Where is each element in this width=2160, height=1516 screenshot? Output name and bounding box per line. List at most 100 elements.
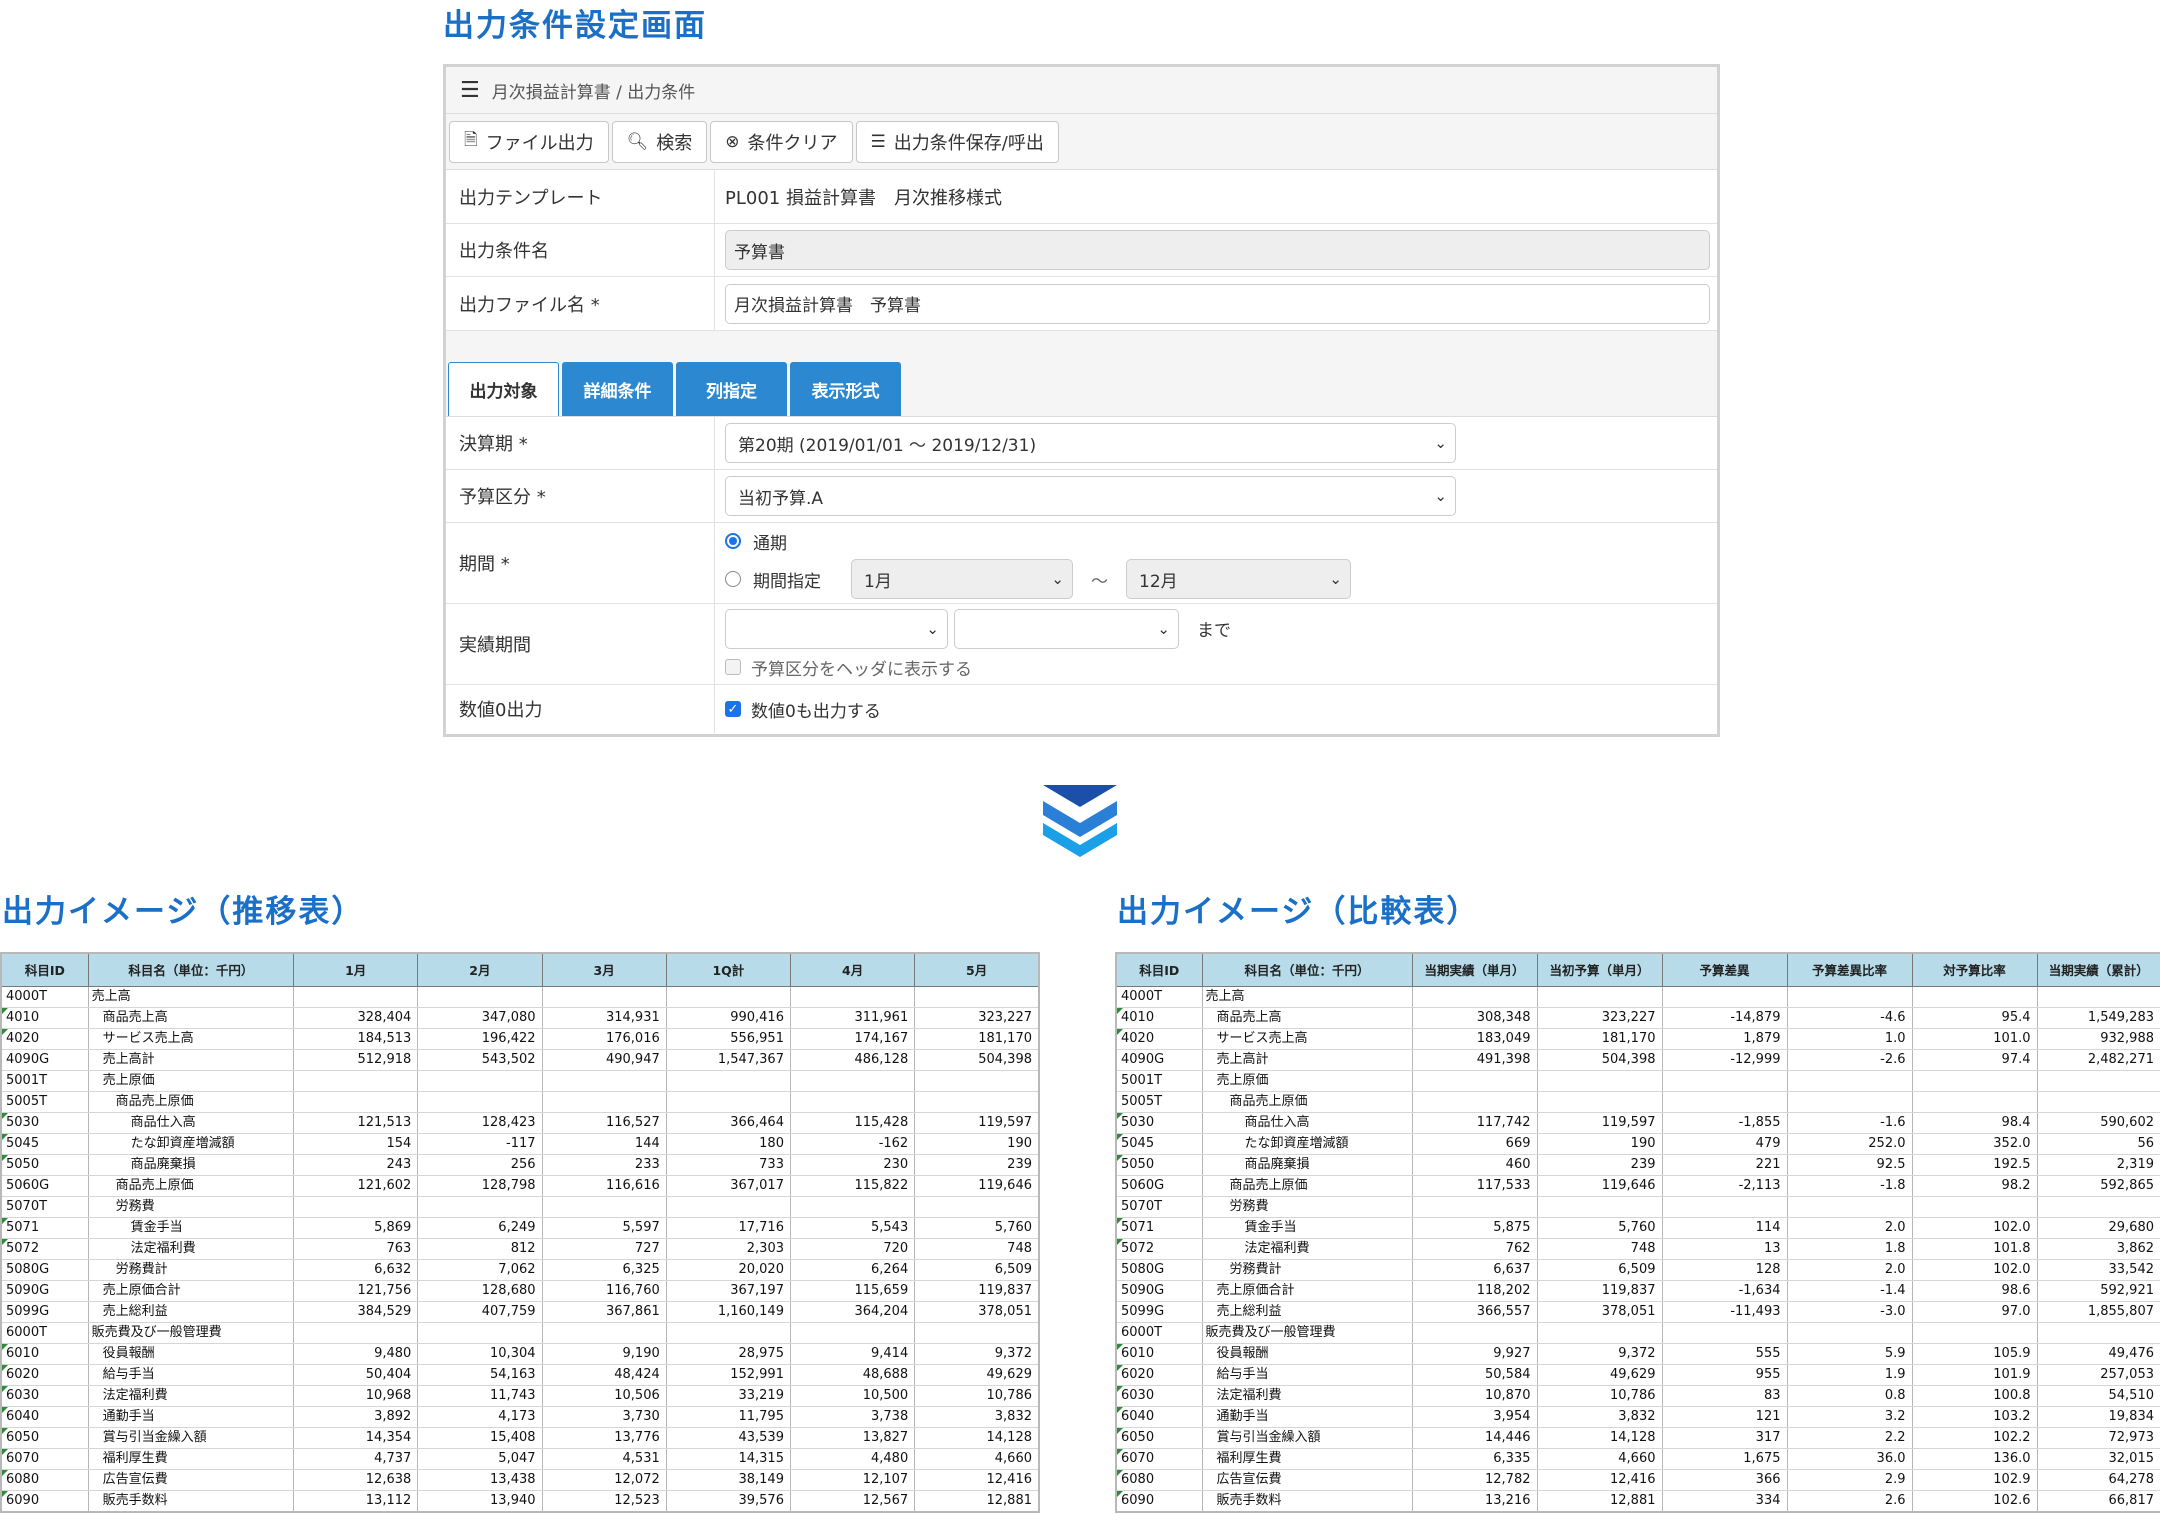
budget-header-option[interactable]: 予算区分をヘッダに表示する [725, 655, 972, 680]
save-load-conditions-button[interactable]: ☰ 出力条件保存/呼出 [855, 120, 1059, 163]
tab-output-target[interactable]: 出力対象 [448, 362, 559, 416]
period-from-select[interactable]: 1月 ⌄ [851, 559, 1073, 599]
period-specify-radio[interactable] [725, 571, 741, 587]
actual-period-to-select[interactable]: ⌄ [954, 608, 1179, 649]
file-name-input[interactable]: 月次損益計算書 予算書 [725, 283, 1710, 324]
value-cell: 955 [1662, 1364, 1788, 1386]
value-cell: 11,795 [666, 1406, 791, 1428]
period-to-select[interactable]: 12月 ⌄ [1126, 559, 1351, 599]
compare-header-cell: 予算差異 [1661, 952, 1788, 987]
value-cell: 3,738 [790, 1406, 916, 1428]
zero-output-option[interactable]: ✓ 数値0も出力する [725, 697, 881, 722]
value-cell: 763 [293, 1238, 419, 1260]
fiscal-period-select[interactable]: 第20期 (2019/01/01 ～ 2019/12/31) ⌄ [725, 423, 1456, 463]
value-cell: 3,954 [1412, 1406, 1538, 1428]
table-row: 6030 法定福利費 10,870 10,786 83 0.8 100.8 54,510 [1116, 1385, 2160, 1407]
search-button[interactable]: 🔍︎ 検索 [611, 120, 708, 163]
actual-period-from-select[interactable]: ⌄ [725, 608, 948, 649]
table-row: 5099G 売上総利益 366,557 378,051 -11,493 -3.0 97.0 1… [1116, 1301, 2160, 1323]
value-cell: 29,680 [2037, 1217, 2160, 1239]
account-id-cell: 5099G [1116, 1301, 1203, 1323]
search-label: 検索 [656, 132, 693, 154]
tab-column-spec[interactable]: 列指定 [676, 362, 787, 416]
value-cell: 13,940 [417, 1490, 543, 1512]
fiscal-period-row: 決算期 * 第20期 (2019/01/01 ～ 2019/12/31) ⌄ [446, 417, 1717, 470]
condition-name-input[interactable]: 予算書 [725, 230, 1710, 270]
value-cell [1412, 1196, 1538, 1218]
hamburger-menu-icon[interactable]: ☰ [460, 78, 480, 103]
table-row: 4090G 売上高計 491,398 504,398 -12,999 -2.6 97.4 2,… [1116, 1049, 2160, 1071]
value-cell: 181,170 [914, 1028, 1040, 1050]
account-id-cell: 5080G [1116, 1259, 1203, 1281]
value-cell: 6,509 [914, 1259, 1040, 1281]
value-cell: 13,216 [1412, 1490, 1538, 1512]
value-cell: 252.0 [1787, 1133, 1913, 1155]
table-row: 6050 賞与引当金繰入額 14,446 14,128 317 2.2 102.2 72,97… [1116, 1427, 2160, 1449]
value-cell: 9,372 [1537, 1343, 1663, 1365]
compare-header-cell: 対予算比率 [1911, 952, 2038, 987]
value-cell [790, 1091, 916, 1113]
chevron-down-icon: ⌄ [1434, 434, 1447, 452]
table-row: 5060G 商品売上原価 117,533 119,646 -2,113 -1.8 98.2 5… [1116, 1175, 2160, 1197]
period-full-radio[interactable] [725, 533, 741, 549]
tab-display-format[interactable]: 表示形式 [790, 362, 901, 416]
account-id-cell: 5090G [1, 1280, 89, 1302]
account-name-cell: 広告宣伝費 [88, 1469, 295, 1491]
value-cell: 9,372 [914, 1343, 1040, 1365]
value-cell: 33,542 [2037, 1259, 2160, 1281]
value-cell: -12,999 [1662, 1049, 1788, 1071]
value-cell [417, 1322, 543, 1344]
value-cell: 128,680 [417, 1280, 543, 1302]
value-cell: 366 [1662, 1469, 1788, 1491]
value-cell [542, 1070, 667, 1092]
value-cell: -14,879 [1662, 1007, 1788, 1029]
period-full-option[interactable]: 通期 [725, 527, 787, 555]
value-cell: 762 [1412, 1238, 1538, 1260]
value-cell: 15,408 [417, 1427, 543, 1449]
chevron-down-icon: ⌄ [926, 619, 939, 638]
value-cell: 347,080 [417, 1007, 543, 1029]
clear-conditions-button[interactable]: ⊗ 条件クリア [710, 120, 853, 163]
value-cell: 118,202 [1412, 1280, 1538, 1302]
account-id-cell: 4000T [1, 986, 89, 1008]
value-cell [1662, 1070, 1788, 1092]
output-condition-form: ☰ 月次損益計算書 / 出力条件 🗎 ファイル出力 🔍︎ 検索 ⊗ 条件クリア … [443, 64, 1720, 737]
file-output-button[interactable]: 🗎 ファイル出力 [449, 120, 609, 163]
period-specify-option[interactable]: 期間指定 1月 ⌄ ～ 12月 ⌄ [725, 559, 1351, 599]
account-name-cell: 売上原価 [1202, 1070, 1413, 1092]
tab-detail-conditions[interactable]: 詳細条件 [562, 362, 673, 416]
value-cell: 2,482,271 [2037, 1049, 2160, 1071]
account-name-cell: 商品廃棄損 [1202, 1154, 1413, 1176]
account-name-cell: 通勤手当 [88, 1406, 295, 1428]
value-cell: 311,961 [790, 1007, 916, 1029]
table-row: 5090G 売上原価合計 118,202 119,837 -1,634 -1.4 98.6 5… [1116, 1280, 2160, 1302]
value-cell [293, 1196, 419, 1218]
value-cell: 733 [666, 1154, 791, 1176]
account-id-cell: 5090G [1116, 1280, 1203, 1302]
value-cell: 119,597 [1537, 1112, 1663, 1134]
value-cell: 183,049 [1412, 1028, 1538, 1050]
value-cell [293, 1070, 419, 1092]
value-cell: 103.2 [1912, 1406, 2038, 1428]
account-name-cell: 商品仕入高 [88, 1112, 295, 1134]
table-row: 6070 福利厚生費 4,737 5,047 4,531 14,315 4,480 4,660 [1, 1448, 1040, 1470]
value-cell: 116,527 [542, 1112, 667, 1134]
account-id-cell: 5060G [1, 1175, 89, 1197]
account-name-cell: 売上高 [88, 986, 295, 1008]
value-cell [2037, 1322, 2160, 1344]
value-cell [914, 986, 1040, 1008]
value-cell [1412, 1091, 1538, 1113]
value-cell: 1.9 [1787, 1364, 1913, 1386]
value-cell: 4,737 [293, 1448, 419, 1470]
account-name-cell: 販売手数料 [1202, 1490, 1413, 1512]
budget-type-select[interactable]: 当初予算.A ⌄ [725, 476, 1456, 516]
value-cell: 460 [1412, 1154, 1538, 1176]
value-cell: 334 [1662, 1490, 1788, 1512]
table-row: 5030 商品仕入高 121,513 128,423 116,527 366,464 115… [1, 1112, 1040, 1134]
value-cell: 504,398 [914, 1049, 1040, 1071]
account-id-cell: 5045 [1, 1133, 89, 1155]
account-id-cell: 6020 [1116, 1364, 1203, 1386]
zero-output-checkbox[interactable]: ✓ [725, 701, 741, 717]
budget-header-checkbox[interactable] [725, 659, 741, 675]
table-row: 5090G 売上原価合計 121,756 128,680 116,760 367,197 1… [1, 1280, 1040, 1302]
